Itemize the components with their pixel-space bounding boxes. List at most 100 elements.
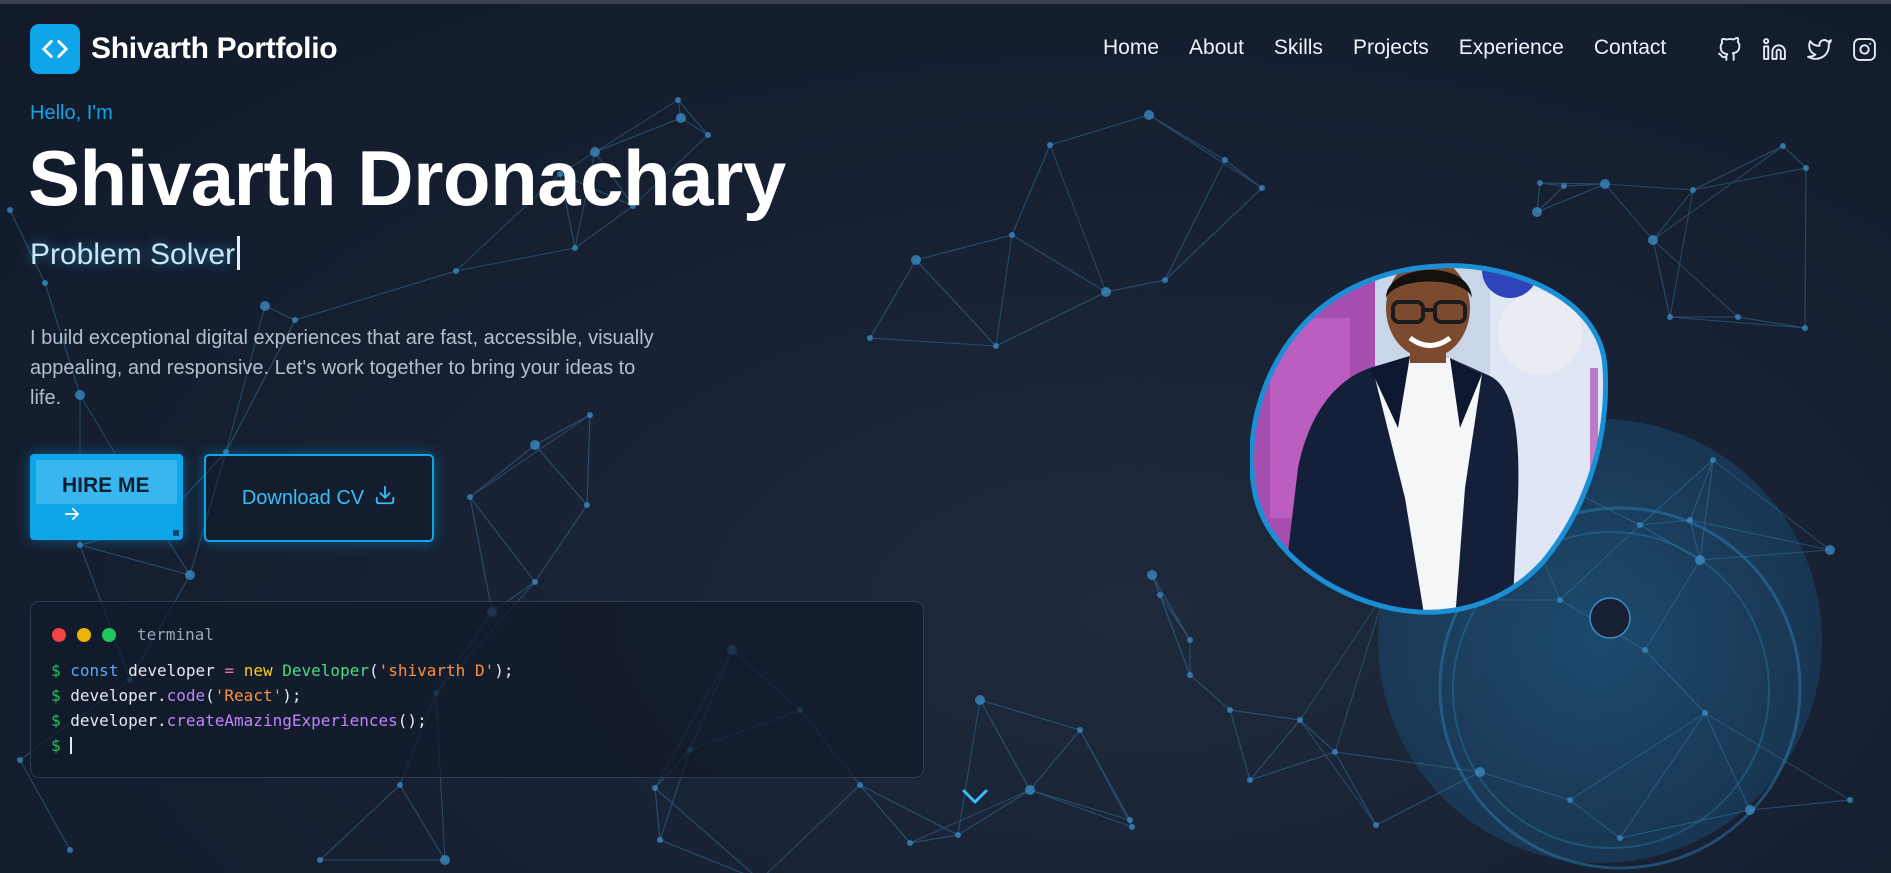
role-text: Problem Solver [30, 238, 236, 271]
network-link [909, 834, 959, 844]
nav-skills[interactable]: Skills [1274, 36, 1323, 60]
network-node [1144, 110, 1154, 120]
network-link [957, 699, 981, 836]
network-link [869, 337, 997, 347]
network-link [1151, 574, 1191, 641]
network-link [1011, 144, 1051, 236]
code-brackets-icon [30, 24, 80, 74]
network-link [1782, 145, 1807, 169]
linkedin-icon[interactable] [1761, 36, 1788, 63]
network-link [979, 699, 1081, 731]
network-node [1561, 183, 1567, 189]
network-link [469, 414, 591, 498]
network-link [1229, 709, 1251, 781]
network-link [1669, 189, 1694, 318]
network-node [1077, 727, 1083, 733]
close-dot [52, 628, 66, 642]
network-link [659, 839, 744, 873]
network-node [1617, 835, 1623, 841]
scroll-down-icon[interactable] [961, 787, 989, 812]
network-node [185, 570, 195, 580]
main-nav: Home About Skills Projects Experience Co… [1103, 36, 1696, 60]
github-icon[interactable] [1716, 36, 1743, 63]
network-node [1648, 235, 1658, 245]
instagram-icon[interactable] [1851, 36, 1878, 63]
download-cv-button[interactable]: Download CV [204, 454, 434, 542]
hero-name: Shivarth Dronachary [28, 134, 786, 222]
network-link [1164, 187, 1263, 281]
brand-logo[interactable]: Shivarth Portfolio [30, 24, 338, 74]
network-node [1373, 822, 1379, 828]
network-link [1299, 719, 1336, 753]
network-node [1687, 517, 1693, 523]
network-node [1127, 817, 1133, 823]
network-node [1600, 179, 1610, 189]
network-node [260, 301, 270, 311]
network-link [1249, 751, 1336, 781]
network-node [1157, 592, 1163, 598]
network-node [530, 440, 540, 450]
network-node [1047, 142, 1053, 148]
network-link [654, 787, 753, 873]
network-node [453, 268, 459, 274]
network-node [1780, 143, 1786, 149]
nav-contact[interactable]: Contact [1594, 36, 1666, 60]
network-link [1299, 719, 1377, 826]
network-node [1147, 570, 1157, 580]
network-link [1229, 709, 1301, 721]
nav-experience[interactable]: Experience [1459, 36, 1564, 60]
network-node [467, 494, 473, 500]
arrow-right-icon [63, 505, 81, 528]
network-node [1637, 522, 1643, 528]
network-link [534, 444, 588, 506]
network-link [1159, 594, 1191, 676]
network-link [654, 787, 753, 873]
nav-about[interactable]: About [1189, 36, 1244, 60]
network-node [1227, 707, 1233, 713]
twitter-icon[interactable] [1806, 36, 1833, 63]
network-node [975, 695, 985, 705]
network-link [869, 259, 917, 339]
network-node [1222, 157, 1228, 163]
network-link [1029, 729, 1081, 791]
hero-description: I build exceptional digital experiences … [30, 327, 654, 409]
hire-me-button[interactable]: HIRE ME [30, 454, 183, 540]
network-link [1224, 159, 1263, 189]
network-node [993, 343, 999, 349]
terminal-window: terminal $ const developer = new Develop… [30, 601, 924, 778]
button-corner-accent [173, 530, 179, 536]
network-node [1162, 277, 1168, 283]
network-node [397, 782, 403, 788]
network-node [1847, 797, 1853, 803]
terminal-title: terminal [137, 625, 215, 644]
network-link [1804, 167, 1807, 329]
network-node [907, 840, 913, 846]
network-link [586, 414, 591, 506]
network-link [399, 784, 446, 861]
network-link [1652, 145, 1784, 241]
paren: ( [368, 661, 379, 680]
nav-projects[interactable]: Projects [1353, 36, 1429, 60]
network-node [1567, 797, 1573, 803]
network-link [915, 234, 1013, 261]
network-link [995, 291, 1107, 347]
network-node [1025, 785, 1035, 795]
network-node [1297, 717, 1303, 723]
network-node [317, 857, 323, 863]
prompt: $ [51, 736, 61, 755]
network-link [1652, 239, 1671, 318]
network-link [915, 259, 997, 347]
network-link [1334, 751, 1377, 826]
network-node [584, 502, 590, 508]
nav-home[interactable]: Home [1103, 36, 1159, 60]
network-link [1692, 167, 1807, 191]
network-link [859, 784, 911, 844]
prompt: $ [51, 661, 61, 680]
network-node [17, 757, 23, 763]
network-node [1129, 824, 1135, 830]
network-link [319, 784, 401, 861]
network-node [1187, 672, 1193, 678]
network-link [1148, 114, 1263, 189]
network-link [469, 444, 536, 498]
network-node [7, 207, 13, 213]
